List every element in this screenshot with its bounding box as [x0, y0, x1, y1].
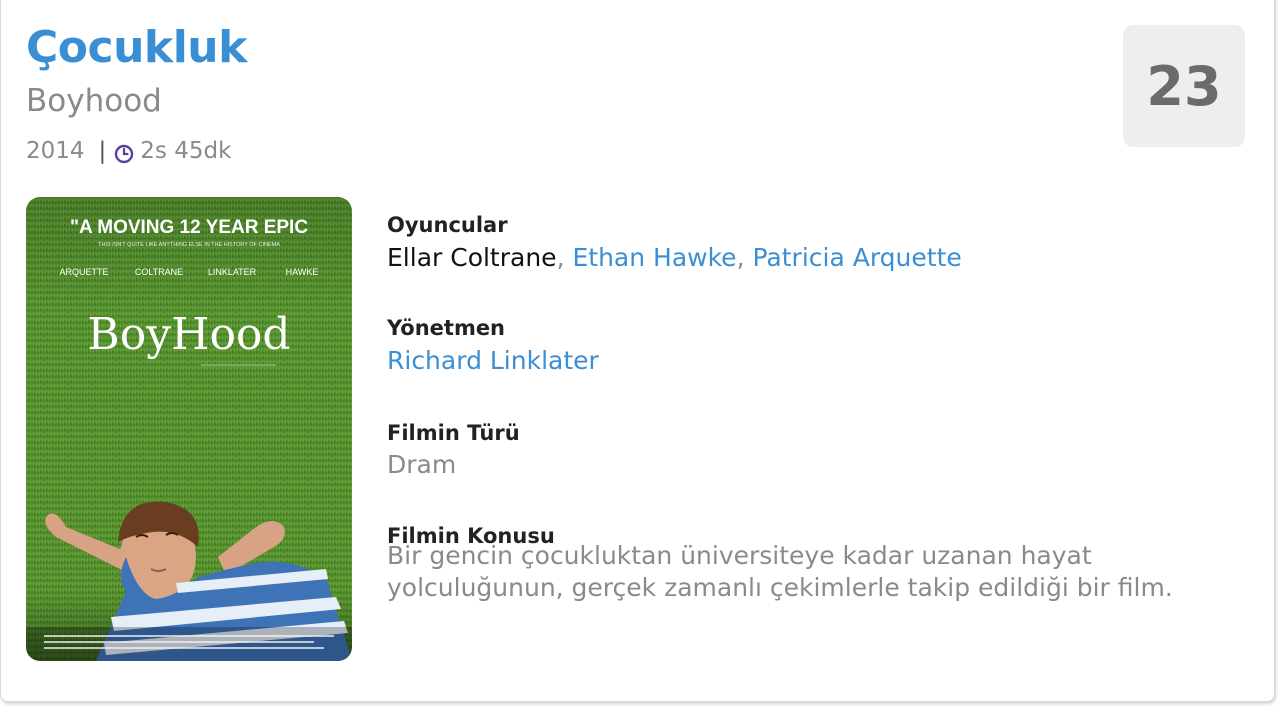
genre-label: Filmin Türü — [387, 421, 520, 445]
cast-member-link[interactable]: Ethan Hawke — [572, 243, 736, 272]
movie-poster[interactable]: "A MOVING 12 YEAR EPIC THIS ISN'T QUITE … — [26, 197, 352, 661]
duration: 2s 45dk — [140, 138, 232, 164]
movie-meta: 2014 | 2s 45dk — [26, 135, 231, 167]
cast-member: Ellar Coltrane — [387, 243, 557, 272]
plot-text: Bir gencin çocukluktan üniversiteye kada… — [387, 541, 1173, 602]
cast-label: Oyuncular — [387, 213, 508, 237]
poster-subtagline: THIS ISN'T QUITE LIKE ANYTHING ELSE IN T… — [98, 242, 280, 248]
cast-member-link[interactable]: Patricia Arquette — [752, 243, 961, 272]
poster-credit: ARQUETTE — [59, 267, 108, 277]
poster-tagline: "A MOVING 12 YEAR EPIC — [70, 217, 308, 238]
release-year: 2014 — [26, 138, 85, 164]
poster-wordmark: BoyHood — [87, 309, 290, 360]
director-link[interactable]: Richard Linklater — [387, 346, 599, 375]
director-value: Richard Linklater — [387, 344, 599, 378]
meta-separator: | — [98, 138, 107, 164]
poster-credit: HAWKE — [286, 267, 319, 277]
poster-credit: COLTRANE — [135, 267, 183, 277]
genre-value: Dram — [387, 450, 457, 479]
clock-icon — [114, 141, 134, 164]
original-title: Boyhood — [26, 83, 162, 119]
poster-credit: LINKLATER — [208, 267, 257, 277]
movie-card: Çocukluk Boyhood 2014 | 2s 45dk 23 "A MO… — [0, 0, 1275, 702]
cast-list: Ellar Coltrane, Ethan Hawke, Patricia Ar… — [387, 241, 962, 275]
score-badge: 23 — [1123, 25, 1245, 147]
cast-separator: , — [736, 243, 753, 272]
director-label: Yönetmen — [387, 316, 506, 340]
movie-title-link[interactable]: Çocukluk — [26, 19, 247, 77]
cast-separator: , — [556, 243, 573, 272]
